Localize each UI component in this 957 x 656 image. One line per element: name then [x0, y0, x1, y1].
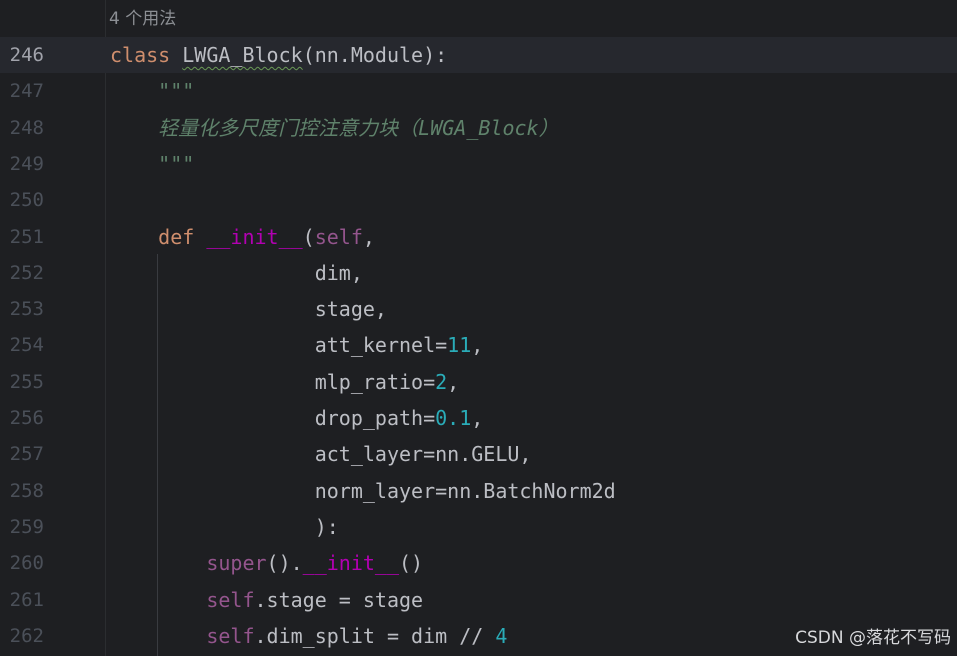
usages-inlay-hint[interactable]: 4 个用法 [109, 6, 176, 32]
line-number: 250 [9, 189, 44, 212]
token-plain: .stage = stage [254, 587, 424, 612]
code-text[interactable]: class LWGA_Block(nn.Module): [110, 37, 447, 73]
code-text[interactable]: att_kernel=11, [110, 327, 484, 363]
line-number: 259 [9, 515, 44, 538]
token-selfp: self [206, 587, 255, 612]
code-line[interactable]: 248 轻量化多尺度门控注意力块（LWGA_Block） [0, 110, 957, 146]
token-plain: .dim_split = dim // [254, 623, 496, 648]
code-line[interactable]: 254 att_kernel=11, [0, 327, 957, 363]
line-number: 255 [9, 370, 44, 393]
code-line[interactable]: 251 def __init__(self, [0, 219, 957, 255]
line-number: 246 [9, 44, 44, 66]
token-selfp: super [206, 551, 267, 576]
code-text[interactable]: drop_path=0.1, [110, 400, 484, 436]
code-text[interactable]: act_layer=nn.GELU, [110, 436, 532, 472]
code-text[interactable]: def __init__(self, [110, 219, 375, 255]
code-text[interactable]: """ [110, 73, 194, 109]
code-line[interactable]: 249 """ [0, 146, 957, 182]
code-text[interactable]: """ [110, 146, 194, 182]
code-line[interactable]: 261 self.stage = stage [0, 582, 957, 618]
token-plain: act_layer=nn.GELU, [110, 442, 532, 467]
token-dunder: __init__ [206, 224, 303, 249]
token-plain: stage, [110, 297, 387, 322]
token-plain: drop_path= [110, 406, 436, 430]
code-text[interactable]: dim, [110, 255, 363, 291]
token-plain: (). [266, 551, 303, 576]
line-number: 247 [9, 80, 44, 103]
token-plain: , [471, 406, 484, 430]
code-editor[interactable]: 4 个用法 246 class LWGA_Block(nn.Module): 247… [0, 0, 957, 656]
code-line[interactable]: 260 super().__init__() [0, 545, 957, 581]
token-kw: class [110, 43, 171, 67]
code-text[interactable]: self.dim_split = dim // 4 [110, 618, 507, 654]
token-plain: norm_layer=nn.BatchNorm2d [110, 478, 616, 503]
line-number: 253 [9, 298, 44, 321]
token-num: 4 [495, 623, 508, 648]
token-dunder: __init__ [302, 551, 399, 576]
line-number: 262 [9, 624, 44, 647]
code-line[interactable]: 258 norm_layer=nn.BatchNorm2d [0, 473, 957, 509]
line-number: 260 [9, 552, 44, 575]
code-text[interactable]: norm_layer=nn.BatchNorm2d [110, 473, 616, 509]
token-plain: () [399, 551, 424, 576]
code-line[interactable]: 257 act_layer=nn.GELU, [0, 436, 957, 472]
code-line[interactable]: 259 ): [0, 509, 957, 545]
line-number: 257 [9, 443, 44, 466]
line-number: 261 [9, 588, 44, 611]
token-selfp: self [314, 224, 363, 249]
code-line[interactable]: 250 [0, 182, 957, 218]
token-plain: (nn.Module): [302, 43, 448, 67]
line-number: 252 [9, 261, 44, 284]
line-number: 258 [9, 479, 44, 502]
token-plain: , [447, 369, 460, 394]
token-selfp: self [206, 623, 255, 648]
token-doc: """ [158, 79, 195, 104]
token-cls: LWGA_Block [182, 43, 303, 67]
token-doc: 轻量化多尺度门控注意力块（LWGA_Block） [158, 115, 559, 140]
token-plain: ( [302, 224, 315, 249]
indent-guide [157, 254, 158, 656]
watermark: CSDN @落花不写码 [795, 628, 951, 648]
line-number: 256 [9, 407, 44, 429]
code-line[interactable]: 247 """ [0, 73, 957, 109]
code-line[interactable]: 256 drop_path=0.1, [0, 400, 957, 436]
token-kw: def [158, 224, 195, 249]
code-text[interactable]: 轻量化多尺度门控注意力块（LWGA_Block） [110, 110, 559, 146]
code-text[interactable]: stage, [110, 291, 387, 327]
token-plain: ): [110, 514, 339, 539]
token-num: 2 [435, 369, 448, 394]
token-plain: mlp_ratio= [110, 369, 436, 394]
code-line[interactable]: 253 stage, [0, 291, 957, 327]
line-number: 248 [9, 116, 44, 139]
token-plain: , [362, 224, 375, 249]
code-text[interactable]: mlp_ratio=2, [110, 364, 460, 400]
code-line[interactable]: 252 dim, [0, 255, 957, 291]
line-number: 254 [9, 334, 44, 357]
line-number: 251 [9, 225, 44, 248]
code-line[interactable]: 246 class LWGA_Block(nn.Module): [0, 37, 957, 73]
token-num: 0.1 [435, 406, 472, 430]
line-number: 249 [9, 152, 44, 175]
token-plain: att_kernel= [110, 333, 448, 358]
token-plain: , [471, 333, 484, 358]
token-plain: dim, [110, 260, 363, 285]
token-num: 11 [447, 333, 472, 358]
token-doc: """ [158, 151, 195, 176]
code-text[interactable]: ): [110, 509, 339, 545]
code-line[interactable]: 255 mlp_ratio=2, [0, 364, 957, 400]
